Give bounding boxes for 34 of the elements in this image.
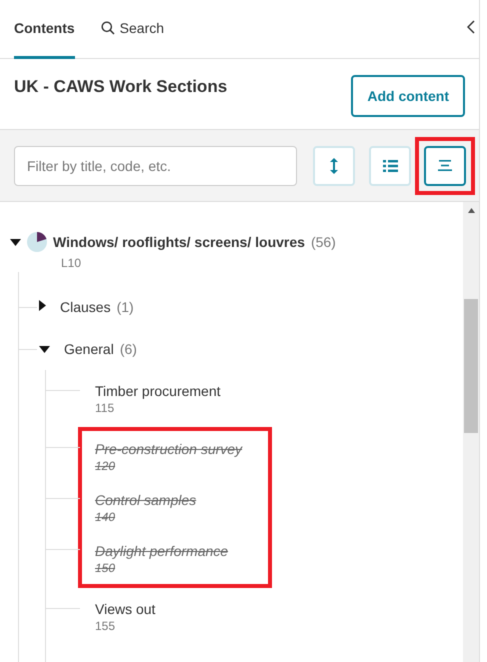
caret-down-icon[interactable]	[10, 239, 21, 246]
clause-code: 155	[95, 618, 116, 632]
scroll-up-icon[interactable]	[468, 208, 474, 213]
clause-title[interactable]: Pre-construction survey	[95, 440, 268, 456]
group-name[interactable]: Clauses	[60, 299, 111, 315]
clause-title[interactable]: Views out	[95, 600, 463, 616]
section-name[interactable]: Windows/ rooflights/ screens/ louvres	[53, 234, 305, 250]
tab[interactable]: Contents	[14, 0, 75, 59]
clause-code: 115	[95, 400, 116, 414]
section-code: L10	[61, 256, 82, 270]
tab[interactable]: Search	[100, 0, 164, 59]
clause-title[interactable]: Control samples	[95, 492, 268, 508]
scrollbar[interactable]	[463, 202, 479, 662]
caret-down-icon[interactable]	[39, 346, 50, 353]
chevron-left-icon[interactable]	[467, 20, 475, 34]
add-content-button[interactable]: Add content	[351, 75, 465, 117]
group-name[interactable]: General	[64, 341, 114, 357]
vertical-arrows-icon	[330, 158, 338, 174]
clause-code: 150	[95, 560, 116, 574]
caret-right-icon[interactable]	[39, 300, 46, 311]
clause-title[interactable]: Timber procurement	[95, 382, 463, 398]
search-icon	[100, 21, 115, 35]
section-title: UK - CAWS Work Sections	[14, 77, 228, 97]
item-count: (56)	[310, 234, 336, 250]
pie-icon	[27, 232, 47, 252]
lines-icon	[438, 160, 452, 171]
clause-code: 120	[95, 458, 116, 472]
clause-code: 140	[95, 510, 116, 524]
item-count: (1)	[116, 299, 134, 315]
view-button[interactable]	[424, 146, 466, 186]
bulleted-list-icon	[382, 160, 398, 172]
clause-title[interactable]: Daylight performance	[95, 542, 268, 558]
filter-field[interactable]: Filter by title, code, etc.	[14, 146, 297, 186]
item-count: (6)	[120, 341, 137, 357]
